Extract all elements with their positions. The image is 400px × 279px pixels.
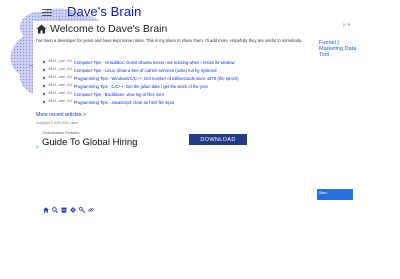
article-date: 2021-dec-04 bbox=[48, 84, 72, 88]
list-item: 2021-dec-02 Computer Tips - Backblaze: v… bbox=[43, 90, 239, 98]
side-ad[interactable]: Funnel | Marketing Data Tool bbox=[319, 40, 357, 59]
list-item: 2021-jan-04 Computer Tips - VirtualBox: … bbox=[43, 58, 239, 66]
list-item: 2021-dec-04 Programming Tips - Windows/C… bbox=[43, 74, 239, 82]
bullet bbox=[43, 69, 45, 71]
bullet bbox=[43, 93, 45, 95]
hamburger-menu-icon[interactable] bbox=[42, 9, 52, 16]
article-date: 2021-dec-02 bbox=[48, 92, 72, 96]
bullet bbox=[43, 101, 45, 103]
ad-banner[interactable]: Globalization Partners Guide To Global H… bbox=[36, 126, 250, 151]
ad-org: Globalization Partners bbox=[42, 131, 80, 135]
archive-icon[interactable] bbox=[61, 207, 67, 213]
settings-icon[interactable] bbox=[70, 207, 76, 213]
article-link[interactable]: Computer Tips - VirtualBox: Guest Ubuntu… bbox=[74, 60, 235, 65]
article-link[interactable]: Computer Tips - Backblaze: view log of f… bbox=[74, 92, 164, 97]
page: Dave's Brain Welcome to Dave's Brain I'v… bbox=[0, 0, 400, 279]
list-item: 2021-dec-02 Programming Tips - JavaScrip… bbox=[43, 98, 239, 106]
article-list: 2021-jan-04 Computer Tips - VirtualBox: … bbox=[43, 58, 239, 106]
search-icon[interactable] bbox=[52, 207, 58, 213]
more-articles-link[interactable]: More recent articles > bbox=[36, 112, 86, 118]
page-title: Welcome to Dave's Brain bbox=[36, 23, 167, 35]
bullet bbox=[43, 61, 45, 63]
article-link[interactable]: Programming Tips - C/C++: Get the julian… bbox=[74, 84, 208, 89]
link-icon[interactable] bbox=[88, 207, 94, 213]
home-icon bbox=[36, 24, 47, 34]
article-link[interactable]: Programming Tips - Windows/C/C++: Get nu… bbox=[74, 76, 239, 81]
home-icon[interactable] bbox=[43, 207, 49, 213]
article-date: 2021-jan-04 bbox=[48, 68, 72, 72]
article-date: 2021-dec-04 bbox=[48, 76, 72, 80]
ad-choices-icon[interactable]: ▷ bbox=[36, 144, 39, 149]
list-item: 2021-dec-04 Programming Tips - C/C++: Ge… bbox=[43, 82, 239, 90]
footer-icons bbox=[43, 207, 94, 213]
ad-choices-icon[interactable]: ▷ ✕ bbox=[343, 22, 351, 27]
page-title-text: Welcome to Dave's Brain bbox=[50, 23, 168, 35]
article-link[interactable]: Computer Tips - Linux: show a tree of cu… bbox=[74, 68, 217, 73]
copyright: Copyright © 2006-2021, dave bbox=[36, 121, 78, 125]
article-link[interactable]: Programming Tips - JavaScript: clear an … bbox=[74, 100, 174, 105]
bullet bbox=[43, 77, 45, 79]
list-item: 2021-jan-04 Computer Tips - Linux: show … bbox=[43, 66, 239, 74]
site-title[interactable]: Dave's Brain bbox=[67, 4, 142, 19]
article-date: 2021-dec-02 bbox=[48, 100, 72, 104]
article-date: 2021-jan-04 bbox=[48, 60, 72, 64]
start-button[interactable]: Start bbox=[317, 189, 353, 200]
ad-headline[interactable]: Guide To Global Hiring bbox=[42, 137, 137, 148]
download-button[interactable]: DOWNLOAD bbox=[189, 134, 247, 145]
key-icon[interactable] bbox=[79, 207, 85, 213]
bullet bbox=[43, 85, 45, 87]
intro-text: I've been a developer for years and have… bbox=[36, 38, 303, 43]
